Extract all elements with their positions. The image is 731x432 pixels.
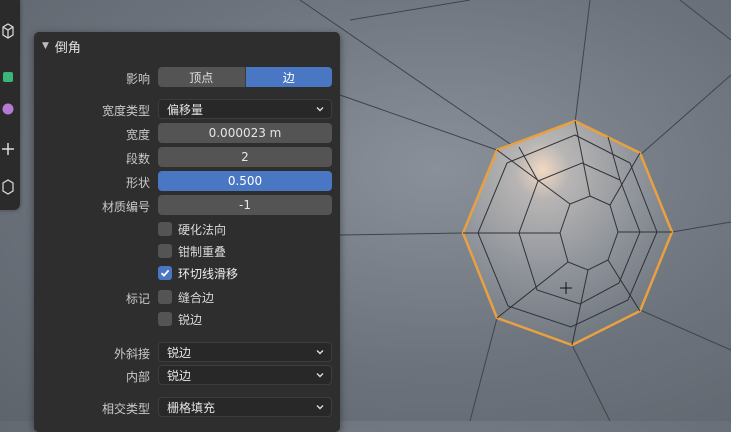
harden-normals-label: 硬化法向 [178,222,227,237]
miter-inner-label: 内部 [125,370,150,384]
width-type-dropdown[interactable]: 偏移量 [158,99,332,119]
mark-sharp-label: 锐边 [178,312,203,327]
transform-tool-icon[interactable] [0,138,16,160]
clamp-overlap-checkbox[interactable]: 钳制重叠 [158,242,226,260]
checkbox-box[interactable] [158,222,172,236]
bevel-operator-panel: ▼ 倒角 影响 顶点 边 宽度类型 偏移量 宽度 0.000023 m 段数 2… [34,32,340,432]
mark-sharp-checkbox[interactable]: 锐边 [158,310,202,328]
collapse-triangle-icon[interactable]: ▼ [42,41,49,51]
sphere-tool-icon[interactable] [0,98,16,120]
checkbox-box[interactable] [158,244,172,258]
checkbox-box[interactable] [158,290,172,304]
box-tool-icon[interactable] [0,176,16,198]
chevron-down-icon [316,350,324,355]
clamp-overlap-label: 钳制重叠 [178,244,227,259]
miter-outer-label: 外斜接 [113,347,150,361]
checkbox-box[interactable] [158,312,172,326]
mark-label: 标记 [125,292,150,306]
intersection-type-dropdown[interactable]: 栅格填充 [158,397,332,417]
chevron-down-icon [316,405,324,410]
cube-tool-icon[interactable] [0,20,16,42]
shape-label: 形状 [125,176,150,190]
segments-field[interactable]: 2 [158,147,332,167]
affect-vertices-button[interactable]: 顶点 [158,67,245,87]
intersection-type-label: 相交类型 [101,402,150,416]
mark-seam-label: 缝合边 [178,290,215,305]
checkbox-box[interactable] [158,266,172,280]
intersection-type-value: 栅格填充 [167,400,216,415]
checkmark-icon [160,269,170,277]
material-index-field[interactable]: -1 [158,195,332,215]
width-label: 宽度 [125,128,150,142]
loop-slide-label: 环切线滑移 [178,266,239,281]
chevron-down-icon [316,373,324,378]
miter-outer-value: 锐边 [167,345,192,360]
tool-shelf [0,0,20,210]
width-field[interactable]: 0.000023 m [158,123,332,143]
width-type-value: 偏移量 [167,102,204,117]
miter-inner-value: 锐边 [167,368,192,383]
affect-label: 影响 [125,72,150,86]
material-index-label: 材质编号 [101,200,150,214]
miter-inner-dropdown[interactable]: 锐边 [158,365,332,385]
segments-label: 段数 [125,152,150,166]
shape-slider[interactable]: 0.500 [158,171,332,191]
loop-slide-checkbox[interactable]: 环切线滑移 [158,264,238,282]
panel-title: 倒角 [54,40,81,56]
affect-edges-button[interactable]: 边 [244,67,332,87]
panel-header[interactable]: ▼ 倒角 [42,36,81,56]
miter-outer-dropdown[interactable]: 锐边 [158,342,332,362]
width-type-label: 宽度类型 [101,104,150,118]
mark-seam-checkbox[interactable]: 缝合边 [158,288,214,306]
affect-toggle: 顶点 边 [158,67,332,87]
add-cube-tool-icon[interactable] [0,66,16,88]
harden-normals-checkbox[interactable]: 硬化法向 [158,220,226,238]
chevron-down-icon [316,107,324,112]
